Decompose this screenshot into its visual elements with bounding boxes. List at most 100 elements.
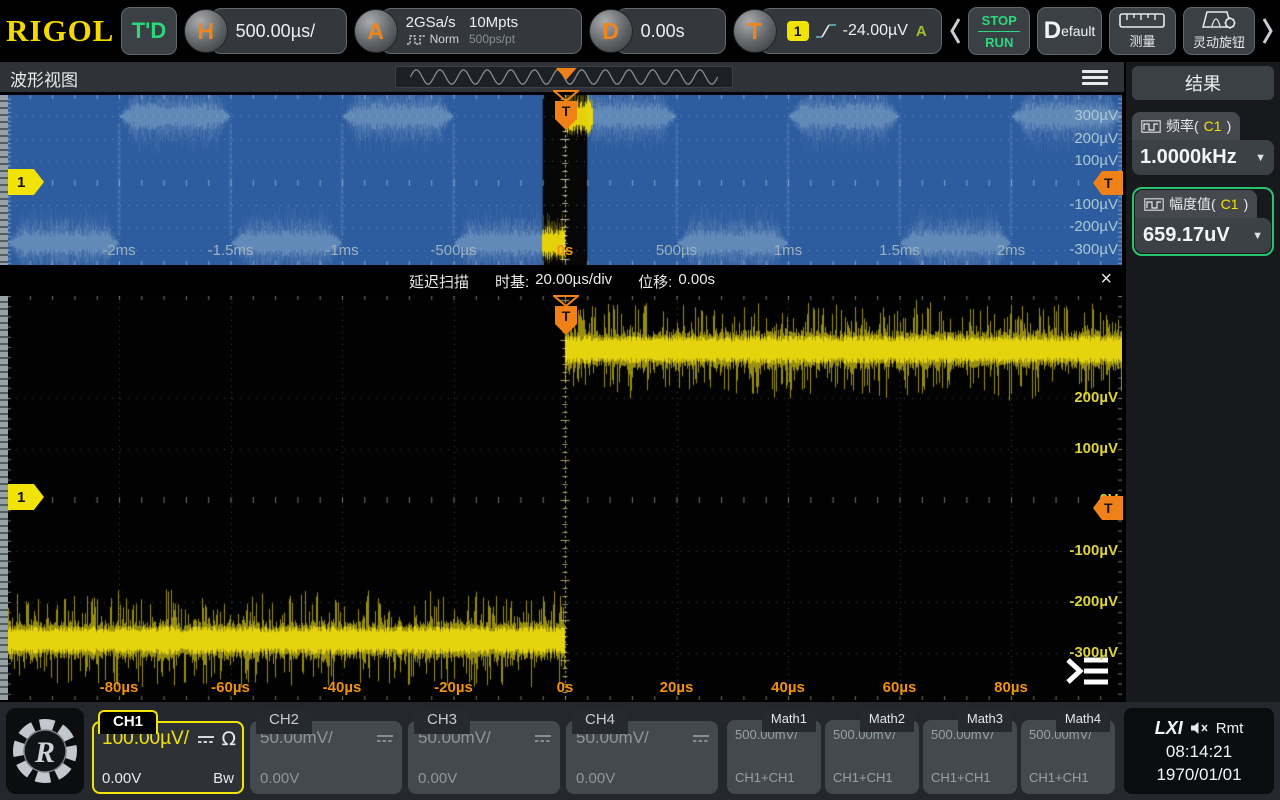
channel-offset-row: 0.00VBw [102,770,234,787]
x-tick-label: 0s [557,679,574,696]
default-button[interactable]: Default [1037,7,1101,55]
results-panel: 结果 频率(C1)1.0000kHz▼ 幅度值( C1) 659.17uV ▼ [1126,62,1280,702]
ruler-icon [1119,13,1165,28]
x-tick-label: -1ms [325,242,358,259]
rigol-logo: RIGOL [6,13,114,49]
channel-offset-row: 0.00V [418,770,550,787]
zoom-waveform-view: T 1 T -80µs-60µs-40µs-20µs0s20µs40µs60µs… [0,296,1124,702]
stop-run-divider [978,31,1020,32]
close-zoom-button[interactable]: × [1100,268,1112,291]
delay-group: D 0.00s [589,8,726,54]
timebase-overview-strip[interactable] [395,66,733,88]
x-tick-label: -2ms [102,242,135,259]
math-tab: Math3 [958,710,1012,732]
math-card-math2[interactable]: Math2500.00mV/CH1+CH1 [825,710,919,794]
measurement-tab: 幅度值( C1) [1135,190,1257,218]
y-tick-label: -300µV [1069,644,1118,661]
zoom-waveform-canvas[interactable] [8,296,1122,700]
measure-button[interactable]: 测量 [1109,7,1177,55]
measurement-value: 659.17uV [1143,224,1230,247]
acquisition-knob[interactable]: A [354,9,398,53]
run-label: RUN [985,35,1013,50]
main-waveform-view: T 1 T -2ms-1.5ms-1ms-500µs0s500µs1ms1.5m… [0,92,1124,266]
dc-coupling-icon [692,733,710,744]
x-tick-label: 20µs [660,679,694,696]
delay-value: 0.00s [641,21,685,42]
trigger-position-indicator-icon[interactable] [556,68,577,80]
resolution-value: 500ps/pt [469,31,518,47]
toolbar-scroll-right-button[interactable] [1262,11,1274,51]
channel-status-bar: R CH1100.00µV/Ω0.00VBwCH250.00mV/0.00VCH… [0,702,1280,800]
y-tick-label: 200µV [1074,130,1118,147]
measurement-source: C1 [1221,196,1239,212]
math-card-math3[interactable]: Math3500.00mV/CH1+CH1 [923,710,1017,794]
vertical-ruler-strip [0,95,8,265]
square-wave-icon [406,34,426,45]
chevron-right-icon [1262,16,1274,46]
channel-icons [376,733,394,744]
channel-card-ch1[interactable]: CH1100.00µV/Ω0.00VBw [92,710,244,794]
horizontal-group: H 500.00µs/ [184,8,347,54]
measurement-value-row: 659.17uV ▼ [1135,218,1271,253]
x-tick-label: 1ms [774,242,802,259]
channel-card-ch3[interactable]: CH350.00mV/0.00V [408,710,560,794]
impedance-label: Ω [221,728,236,750]
trigger-window-triangle-icon[interactable] [553,90,579,102]
measurement-card-2[interactable]: 幅度值( C1) 659.17uV ▼ [1132,187,1274,256]
math-card-math1[interactable]: Math1500.00mV/CH1+CH1 [727,710,821,794]
trigger-status-button[interactable]: T'D [121,7,176,55]
measurement-card-1[interactable]: 频率(C1)1.0000kHz▼ [1132,112,1274,175]
dropdown-caret-icon[interactable]: ▼ [1252,230,1263,242]
svg-text:R: R [34,736,55,769]
measurement-value-row: 1.0000kHz▼ [1132,140,1274,175]
trigger-knob[interactable]: T [733,9,777,53]
y-tick-label: 100µV [1074,152,1118,169]
y-tick-label: -200µV [1069,218,1118,235]
stop-run-button[interactable]: STOP RUN [968,7,1030,55]
y-tick-label: 200µV [1074,389,1118,406]
x-tick-label: 2ms [997,242,1025,259]
x-tick-label: 80µs [994,679,1028,696]
menu-hamburger-icon[interactable] [1082,70,1108,88]
system-date: 1970/01/01 [1156,765,1241,785]
measurement-name-paren: ) [1244,196,1249,212]
waveform-view-title: 波形视图 [10,66,78,91]
offset-label: 位移: [638,271,672,292]
horizontal-scale-box[interactable]: 500.00µs/ [211,8,347,54]
channel-tab: CH3 [414,710,470,734]
quick-knob-label: 灵动旋钮 [1193,32,1245,51]
channel-card-ch4[interactable]: CH450.00mV/0.00V [566,710,718,794]
math-tab: Math2 [860,710,914,732]
horizontal-knob[interactable]: H [184,9,228,53]
system-status-card[interactable]: LXI Rmt 08:14:21 1970/01/01 [1124,708,1274,794]
x-tick-label: -20µs [434,679,473,696]
trigger-window-triangle-icon[interactable] [553,295,579,307]
delay-knob[interactable]: D [589,9,633,53]
toolbar-scroll-left-button[interactable] [949,11,961,51]
math-expression: CH1+CH1 [1029,770,1089,785]
y-tick-label: -100µV [1069,542,1118,559]
lxi-label: LXI [1155,718,1183,739]
math-expression: CH1+CH1 [735,770,795,785]
y-tick-label: 300µV [1074,107,1118,124]
math-expression: CH1+CH1 [931,770,991,785]
quick-knob-icon [1201,11,1237,29]
channel-offset-row: 0.00V [260,770,392,787]
x-tick-label: -80µs [100,679,139,696]
measurement-name: 幅度值( [1169,194,1216,214]
math-card-math4[interactable]: Math4500.00mV/CH1+CH1 [1021,710,1115,794]
channel-offset-value: 0.00V [260,770,299,787]
dropdown-caret-icon[interactable]: ▼ [1255,152,1266,164]
rigol-gear-logo-button[interactable]: R [6,708,84,794]
x-tick-label: 500µs [656,242,697,259]
speaker-muted-icon [1190,721,1209,735]
remote-label: Rmt [1216,720,1244,737]
channel-card-ch2[interactable]: CH250.00mV/0.00V [250,710,402,794]
trigger-box[interactable]: 1 -24.00µV A [760,8,942,54]
acquisition-box[interactable]: 2GSa/s Norm 10Mpts 500ps/pt [381,8,582,54]
timebase-label: 时基: [495,271,529,292]
measure-item-icon [1144,198,1164,211]
stop-label: STOP [982,13,1017,28]
quick-knob-button[interactable]: 灵动旋钮 [1183,7,1254,55]
results-header[interactable]: 结果 [1132,66,1274,100]
